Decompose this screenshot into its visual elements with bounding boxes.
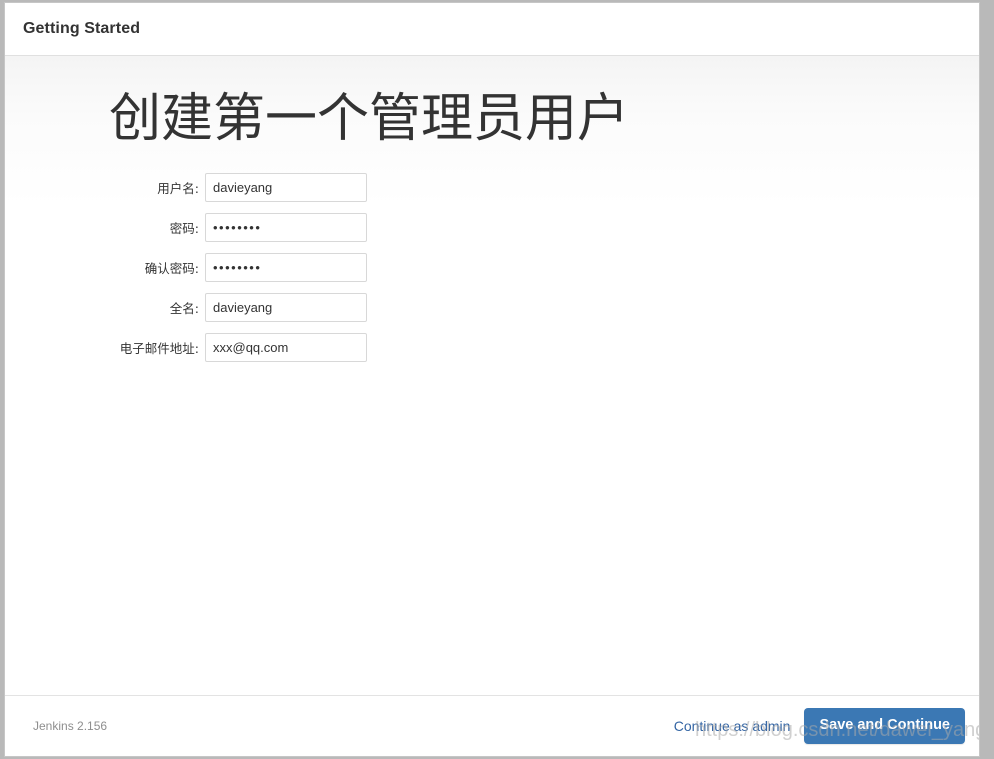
form-row-confirm-password: 确认密码:: [5, 248, 979, 288]
form-row-username: 用户名:: [5, 168, 979, 208]
fullname-label: 全名:: [169, 301, 199, 317]
app-window: Getting Started 创建第一个管理员用户 用户名: 密码: 确认密码…: [4, 2, 980, 757]
main-heading: 创建第一个管理员用户: [109, 89, 630, 149]
setup-panel: 创建第一个管理员用户 用户名: 密码: 确认密码: 全名:: [5, 56, 979, 368]
admin-user-form: 用户名: 密码: 确认密码: 全名: 电子邮件地址:: [5, 168, 979, 368]
page-title: Getting Started: [23, 20, 141, 37]
form-row-email: 电子邮件地址:: [5, 328, 979, 368]
save-and-continue-button[interactable]: Save and Continue: [804, 708, 965, 744]
page-header: Getting Started: [5, 3, 979, 56]
page-footer: Jenkins 2.156 Continue as admin Save and…: [5, 695, 979, 756]
form-row-password: 密码:: [5, 208, 979, 248]
confirm-password-label: 确认密码:: [144, 261, 199, 277]
email-input[interactable]: [205, 333, 367, 363]
continue-as-admin-link[interactable]: Continue as admin: [674, 718, 791, 734]
username-label: 用户名:: [157, 181, 199, 197]
password-label: 密码:: [169, 221, 199, 237]
username-input[interactable]: [205, 173, 367, 203]
page-main: 创建第一个管理员用户 用户名: 密码: 确认密码: 全名:: [5, 56, 979, 695]
fullname-input[interactable]: [205, 293, 367, 323]
form-row-fullname: 全名:: [5, 288, 979, 328]
footer-actions: Continue as admin Save and Continue: [674, 708, 979, 744]
email-label: 电子邮件地址:: [119, 341, 199, 357]
password-input[interactable]: [205, 213, 367, 243]
confirm-password-input[interactable]: [205, 253, 367, 283]
jenkins-version-label: Jenkins 2.156: [33, 719, 108, 733]
